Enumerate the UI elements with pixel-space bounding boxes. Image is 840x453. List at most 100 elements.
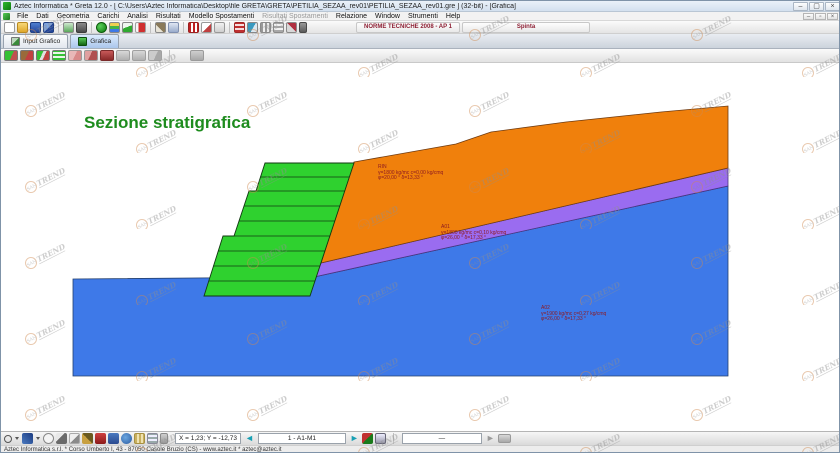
drawing-canvas[interactable]: Sezione stratigrafica RIN γ=1800 kg/mc c… — [1, 63, 840, 431]
gabion-wall-icon[interactable] — [52, 50, 66, 61]
reinforcement-icon[interactable] — [68, 50, 82, 61]
menu-help[interactable]: Help — [442, 12, 464, 21]
combination-display[interactable]: 1 - A1-M1 — [258, 433, 346, 444]
maximize-button[interactable]: ▢ — [809, 2, 824, 11]
save-icon[interactable] — [30, 22, 41, 33]
runner-icon[interactable] — [362, 433, 373, 444]
surfaces-icon[interactable] — [100, 50, 114, 61]
menu-relazione[interactable]: Relazione — [332, 12, 371, 21]
menu-bar: File Dati Geometria Carichi Analisi Risu… — [1, 12, 840, 21]
document-icon — [3, 13, 10, 20]
menu-risultati[interactable]: Risultati — [152, 12, 185, 21]
menu-modello-spostamenti[interactable]: Modello Spostamenti — [185, 12, 258, 21]
pan-dropdown-icon[interactable] — [36, 437, 40, 440]
norme-tecniche-label: NORME TECNICHE 2008 - AP 1 — [356, 22, 460, 33]
drawing-title: Sezione stratigrafica — [84, 113, 250, 133]
stratigraphy-icon[interactable] — [109, 22, 120, 33]
mdi-close-button[interactable]: × — [827, 13, 838, 20]
analysis-hammer-icon[interactable] — [155, 22, 166, 33]
select-icon[interactable] — [56, 433, 67, 444]
soil-profile-icon[interactable] — [36, 50, 50, 61]
layer-label-a01: A01 γ=1800 kg/mc c=0,10 kg/cmq φ=26,00 °… — [441, 225, 506, 242]
open-file-icon[interactable] — [17, 22, 28, 33]
mesh-icon[interactable] — [260, 22, 271, 33]
mdi-window-controls: – ▫ × — [802, 13, 838, 20]
coordinates-display: X = 1,23; Y = -12,73 — [175, 433, 241, 444]
layer-angles: φ=26,00 ° δ=17,33 ° — [441, 236, 506, 242]
app-logo-icon — [3, 2, 11, 10]
select-window-icon[interactable] — [69, 433, 80, 444]
minimize-button[interactable]: – — [793, 2, 808, 11]
window-title: Aztec Informatica * Greta 12.0 - [ C:\Us… — [14, 3, 793, 10]
prev-combination-button[interactable]: ◄ — [245, 433, 254, 444]
tab-label: Grafica — [90, 38, 111, 45]
status-text: Aztec Informatica s.r.l. * Corso Umberto… — [4, 447, 282, 453]
text-icon[interactable] — [108, 433, 119, 444]
lock-icon[interactable] — [160, 433, 168, 444]
measure-dart-icon[interactable] — [82, 433, 93, 444]
zoom-icon[interactable] — [4, 435, 12, 443]
tab-grafica[interactable]: Grafica — [70, 34, 119, 48]
menu-carichi[interactable]: Carichi — [93, 12, 123, 21]
layer-angles: φ=26,00 ° δ=17,33 ° — [541, 317, 606, 323]
save-all-icon[interactable] — [43, 22, 54, 33]
displacement-model-icon[interactable] — [168, 22, 179, 33]
menu-dati[interactable]: Dati — [32, 12, 52, 21]
section-view-icon[interactable] — [4, 50, 18, 61]
percent-icon[interactable] — [214, 22, 225, 33]
layer-label-rin: RIN γ=1800 kg/mc c=0,00 kg/cmq φ=20,00 °… — [378, 165, 443, 182]
bottom-toolbar: X = 1,23; Y = -12,73 ◄ 1 - A1-M1 ► — ► — [1, 431, 840, 445]
extra-tool-icon — [190, 50, 204, 61]
info-icon[interactable] — [121, 433, 132, 444]
tab-input-grafico[interactable]: Input Grafico — [3, 34, 68, 48]
menu-risultati-spostamenti: Risultati Spostamenti — [258, 12, 332, 21]
export-button: ► — [486, 433, 495, 444]
material-icon[interactable] — [96, 22, 107, 33]
layer-label-a02: A02 γ=1900 kg/mc c=0,27 kg/cmq φ=26,00 °… — [541, 306, 606, 323]
copy-view-icon — [132, 50, 146, 61]
redraw-icon[interactable] — [43, 433, 54, 444]
load-arrow-icon[interactable] — [135, 22, 146, 33]
new-file-icon[interactable] — [4, 22, 15, 33]
monitor-icon[interactable] — [375, 433, 386, 444]
menu-analisi[interactable]: Analisi — [123, 12, 152, 21]
main-toolbar: NORME TECNICHE 2008 - AP 1 Spinta — [1, 21, 840, 34]
input-grafico-icon — [11, 37, 20, 46]
mdi-minimize-button[interactable]: – — [803, 13, 814, 20]
grafica-icon — [78, 37, 87, 46]
menu-file[interactable]: File — [13, 12, 32, 21]
wall-geometry-icon[interactable] — [20, 50, 34, 61]
misc-icon[interactable] — [299, 22, 307, 33]
menu-window[interactable]: Window — [371, 12, 404, 21]
status-bar: Aztec Informatica s.r.l. * Corso Umberto… — [1, 445, 840, 453]
table-icon[interactable] — [147, 433, 158, 444]
mdi-restore-button[interactable]: ▫ — [815, 13, 826, 20]
application-window: Aztec Informatica * Greta 12.0 - [ C:\Us… — [0, 0, 840, 453]
units-icon[interactable] — [63, 22, 74, 33]
next-combination-button[interactable]: ► — [350, 433, 359, 444]
graphics-toolbar — [1, 49, 840, 63]
profile-icon[interactable] — [201, 22, 212, 33]
results-diagram-icon[interactable] — [188, 22, 199, 33]
tab-strip: Input Grafico Grafica — [1, 34, 840, 49]
zoom-dropdown-icon[interactable] — [15, 437, 19, 440]
water-table-icon[interactable] — [122, 22, 133, 33]
close-button[interactable]: × — [825, 2, 840, 11]
ruler-icon[interactable] — [134, 433, 145, 444]
verify-icon[interactable] — [286, 22, 297, 33]
printer-icon — [498, 434, 511, 443]
flag-icon[interactable] — [247, 22, 258, 33]
edit-data-icon[interactable] — [76, 22, 87, 33]
marker-icon[interactable] — [95, 433, 106, 444]
print-view-icon — [148, 50, 162, 61]
scale-display[interactable]: — — [402, 433, 482, 444]
export-view-icon — [116, 50, 130, 61]
pressures-icon[interactable] — [84, 50, 98, 61]
pan-icon[interactable] — [22, 433, 33, 444]
menu-strumenti[interactable]: Strumenti — [404, 12, 442, 21]
pressure-grid-icon[interactable] — [234, 22, 245, 33]
layer-angles: φ=20,00 ° δ=13,33 ° — [378, 176, 443, 182]
title-bar: Aztec Informatica * Greta 12.0 - [ C:\Us… — [1, 1, 840, 12]
mesh-a-icon[interactable] — [273, 22, 284, 33]
menu-geometria[interactable]: Geometria — [53, 12, 94, 21]
